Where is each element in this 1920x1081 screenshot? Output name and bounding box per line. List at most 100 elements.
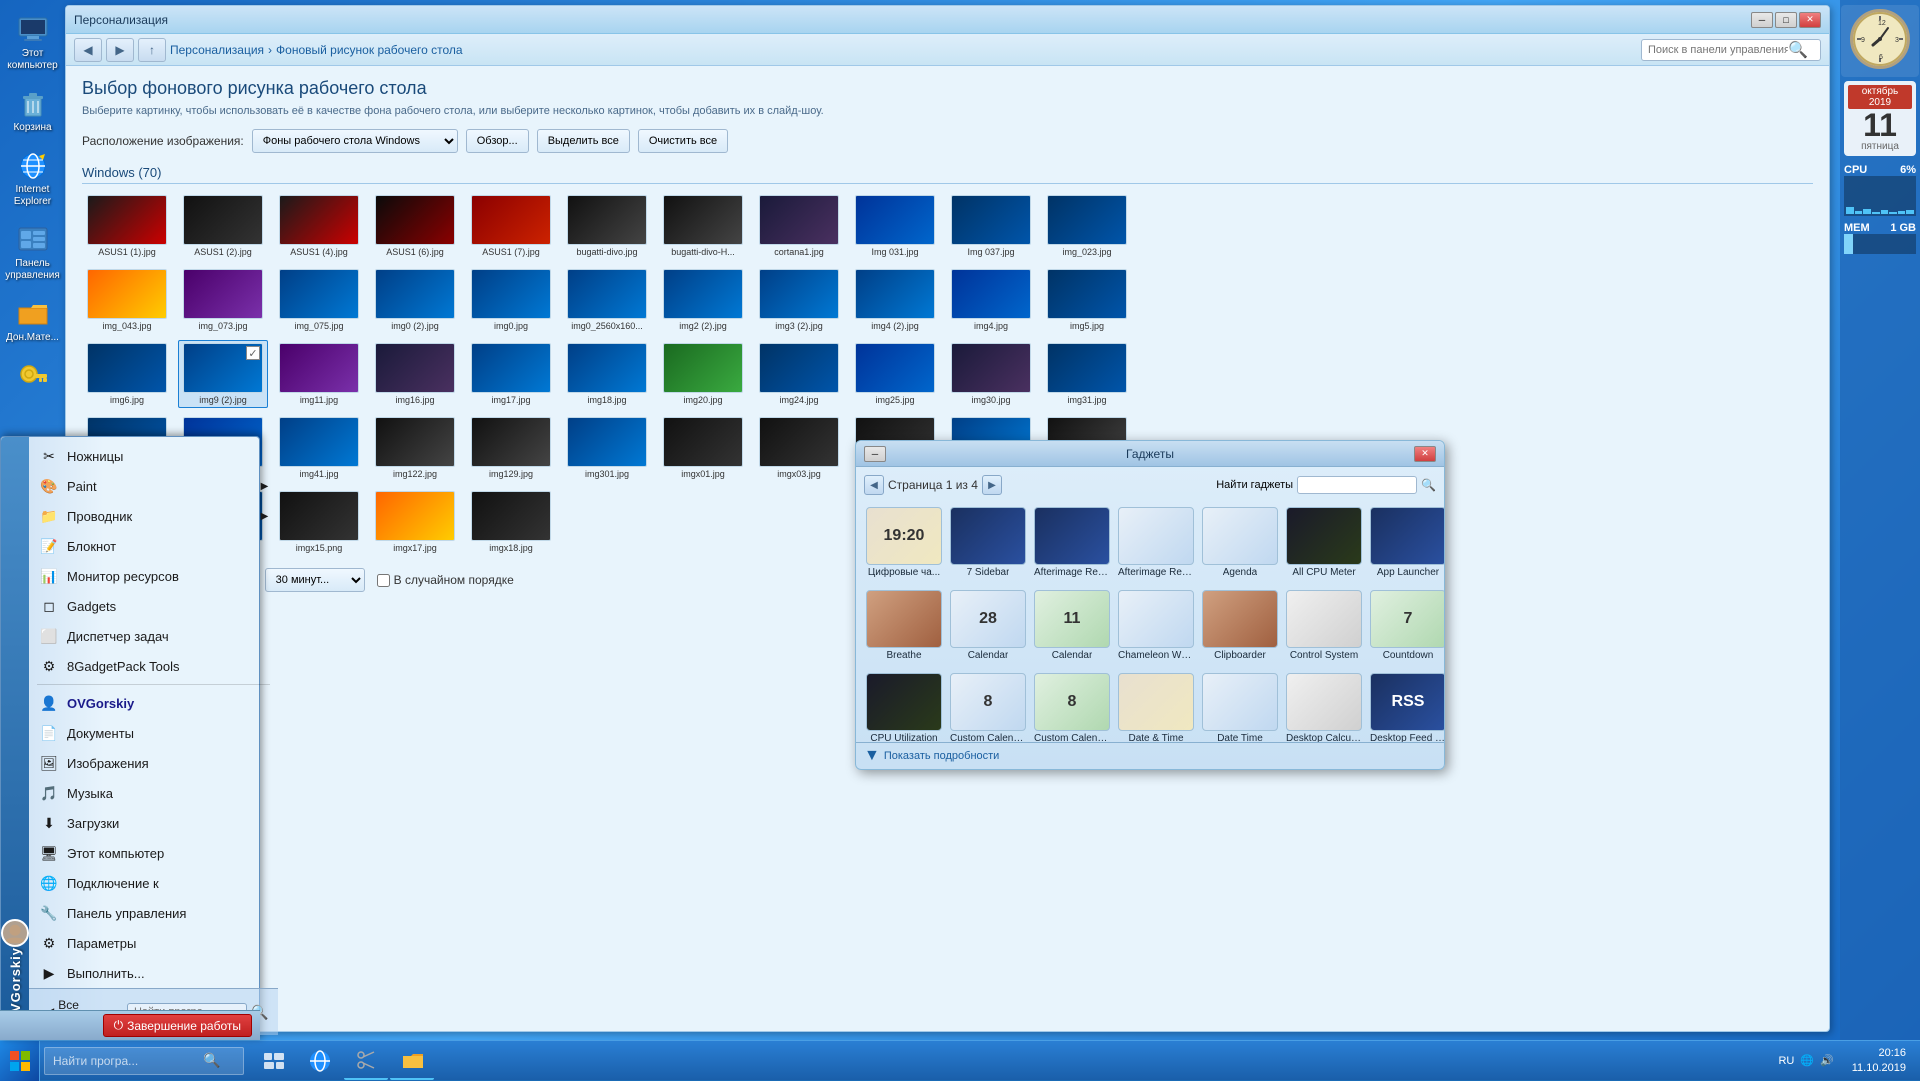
taskbar-ie[interactable] xyxy=(298,1042,342,1080)
image-thumb-2[interactable]: ASUS1 (4).jpg xyxy=(274,192,364,260)
start-item-docs[interactable]: 📄 Документы xyxy=(29,718,278,748)
image-thumb-37[interactable]: img129.jpg xyxy=(466,414,556,482)
image-thumb-5[interactable]: bugatti-divo.jpg xyxy=(562,192,652,260)
taskbar-scissors[interactable] xyxy=(344,1042,388,1080)
image-thumb-19[interactable]: img4 (2).jpg xyxy=(850,266,940,334)
search-input[interactable] xyxy=(1648,44,1788,56)
image-thumb-40[interactable]: imgx03.jpg xyxy=(754,414,844,482)
image-thumb-10[interactable]: img_023.jpg xyxy=(1042,192,1132,260)
desktop-icon-folder[interactable]: Дон.Мате... xyxy=(3,294,63,348)
gadget-item-8[interactable]: 28Calendar xyxy=(948,586,1028,665)
select-all-button[interactable]: Выделить все xyxy=(537,129,630,153)
desktop-icon-cpanel[interactable]: Панель управления xyxy=(3,220,63,286)
gadget-item-11[interactable]: Clipboarder xyxy=(1200,586,1280,665)
image-thumb-39[interactable]: imgx01.jpg xyxy=(658,414,748,482)
desktop-icon-computer[interactable]: Этот компьютер xyxy=(3,10,63,76)
start-button[interactable] xyxy=(0,1041,40,1081)
taskbar-search-input[interactable] xyxy=(53,1054,203,1068)
start-item-run[interactable]: ▶ Выполнить... xyxy=(29,958,278,988)
gadget-item-9[interactable]: 11Calendar xyxy=(1032,586,1112,665)
gadget-item-13[interactable]: 7Countdown xyxy=(1368,586,1444,665)
image-thumb-26[interactable]: img17.jpg xyxy=(466,340,556,408)
start-item-notepad[interactable]: 📝 Блокнот xyxy=(29,531,278,561)
image-thumb-8[interactable]: Img 031.jpg xyxy=(850,192,940,260)
search-box[interactable]: 🔍 xyxy=(1641,39,1821,61)
start-item-scissors[interactable]: ✂ Ножницы xyxy=(29,441,278,471)
image-thumb-23[interactable]: ✓img9 (2).jpg xyxy=(178,340,268,408)
image-thumb-6[interactable]: bugatti-divo-H... xyxy=(658,192,748,260)
minimize-button[interactable]: ─ xyxy=(1751,12,1773,28)
desktop-icon-trash[interactable]: Корзина xyxy=(3,84,63,138)
gadget-item-3[interactable]: Afterimage Res... xyxy=(1116,503,1196,582)
image-thumb-24[interactable]: img11.jpg xyxy=(274,340,364,408)
user-avatar[interactable] xyxy=(1,919,29,947)
start-item-explorer[interactable]: 📁 Проводник ▶ xyxy=(29,501,278,531)
start-item-taskmgr[interactable]: ⬜ Диспетчер задач xyxy=(29,621,278,651)
image-thumb-0[interactable]: ASUS1 (1).jpg xyxy=(82,192,172,260)
shutdown-button[interactable]: ⏻ Завершение работы xyxy=(103,1014,252,1037)
gadget-item-6[interactable]: App Launcher xyxy=(1368,503,1444,582)
image-thumb-48[interactable]: imgx18.jpg xyxy=(466,488,556,556)
gadget-item-7[interactable]: Breathe xyxy=(864,586,944,665)
image-thumb-46[interactable]: imgx15.png xyxy=(274,488,364,556)
image-thumb-7[interactable]: cortana1.jpg xyxy=(754,192,844,260)
gadgets-search-input[interactable] xyxy=(1297,476,1417,494)
gadget-item-10[interactable]: Chameleon We... xyxy=(1116,586,1196,665)
image-thumb-14[interactable]: img0 (2).jpg xyxy=(370,266,460,334)
gadget-item-16[interactable]: 8Custom Calendar xyxy=(1032,669,1112,742)
image-thumb-28[interactable]: img20.jpg xyxy=(658,340,748,408)
image-thumb-47[interactable]: imgx17.jpg xyxy=(370,488,460,556)
change-interval-dropdown[interactable]: 30 минут... xyxy=(265,568,365,592)
forward-button[interactable]: ▶ xyxy=(106,38,134,62)
start-item-ovgorskiy[interactable]: 👤 OVGorskiy xyxy=(29,688,278,718)
image-thumb-30[interactable]: img25.jpg xyxy=(850,340,940,408)
back-button[interactable]: ◀ xyxy=(74,38,102,62)
image-thumb-12[interactable]: img_073.jpg xyxy=(178,266,268,334)
gadget-item-0[interactable]: 19:20Цифровые ча... xyxy=(864,503,944,582)
image-thumb-4[interactable]: ASUS1 (7).jpg xyxy=(466,192,556,260)
image-thumb-1[interactable]: ASUS1 (2).jpg xyxy=(178,192,268,260)
image-thumb-13[interactable]: img_075.jpg xyxy=(274,266,364,334)
desktop-icon-ie[interactable]: Internet Explorer xyxy=(3,146,63,212)
start-item-gadgets[interactable]: ◻ Gadgets xyxy=(29,591,278,621)
start-item-8gadget[interactable]: ⚙ 8GadgetPack Tools xyxy=(29,651,278,681)
taskbar-search[interactable]: 🔍 xyxy=(44,1047,244,1075)
maximize-button[interactable]: □ xyxy=(1775,12,1797,28)
gadget-item-17[interactable]: Date & Time xyxy=(1116,669,1196,742)
gadget-item-1[interactable]: 7 Sidebar xyxy=(948,503,1028,582)
random-checkbox[interactable] xyxy=(377,574,390,587)
gadget-item-20[interactable]: RSSDesktop Feed R... xyxy=(1368,669,1444,742)
image-thumb-31[interactable]: img30.jpg xyxy=(946,340,1036,408)
gadgets-next-button[interactable]: ▶ xyxy=(982,475,1002,495)
image-thumb-17[interactable]: img2 (2).jpg xyxy=(658,266,748,334)
breadcrumb-item[interactable]: Персонализация xyxy=(170,43,264,57)
location-dropdown[interactable]: Фоны рабочего стола Windows xyxy=(252,129,458,153)
start-item-settings[interactable]: ⚙ Параметры xyxy=(29,928,278,958)
browse-button[interactable]: Обзор... xyxy=(466,129,529,153)
clear-button[interactable]: Очистить все xyxy=(638,129,728,153)
gadget-item-2[interactable]: Afterimage Res... xyxy=(1032,503,1112,582)
show-details-button[interactable]: Показать подробности xyxy=(884,750,999,762)
desktop-icon-key[interactable] xyxy=(3,356,63,398)
gadget-item-14[interactable]: CPU Utilization xyxy=(864,669,944,742)
gadget-item-18[interactable]: Date Time xyxy=(1200,669,1280,742)
gadgets-prev-button[interactable]: ◀ xyxy=(864,475,884,495)
image-thumb-20[interactable]: img4.jpg xyxy=(946,266,1036,334)
gadget-item-15[interactable]: 8Custom Calendar xyxy=(948,669,1028,742)
image-thumb-38[interactable]: img301.jpg xyxy=(562,414,652,482)
gadget-item-12[interactable]: Control System xyxy=(1284,586,1364,665)
image-thumb-9[interactable]: Img 037.jpg xyxy=(946,192,1036,260)
image-thumb-27[interactable]: img18.jpg xyxy=(562,340,652,408)
image-thumb-18[interactable]: img3 (2).jpg xyxy=(754,266,844,334)
image-thumb-35[interactable]: img41.jpg xyxy=(274,414,364,482)
image-thumb-29[interactable]: img24.jpg xyxy=(754,340,844,408)
gadget-item-19[interactable]: Desktop Calcula... xyxy=(1284,669,1364,742)
start-item-images[interactable]: 🖼 Изображения xyxy=(29,748,278,778)
gadgets-minimize-button[interactable]: ─ xyxy=(864,446,886,462)
gadgets-close-button[interactable]: ✕ xyxy=(1414,446,1436,462)
image-thumb-3[interactable]: ASUS1 (6).jpg xyxy=(370,192,460,260)
close-button[interactable]: ✕ xyxy=(1799,12,1821,28)
image-thumb-36[interactable]: img122.jpg xyxy=(370,414,460,482)
image-thumb-11[interactable]: img_043.jpg xyxy=(82,266,172,334)
image-thumb-32[interactable]: img31.jpg xyxy=(1042,340,1132,408)
